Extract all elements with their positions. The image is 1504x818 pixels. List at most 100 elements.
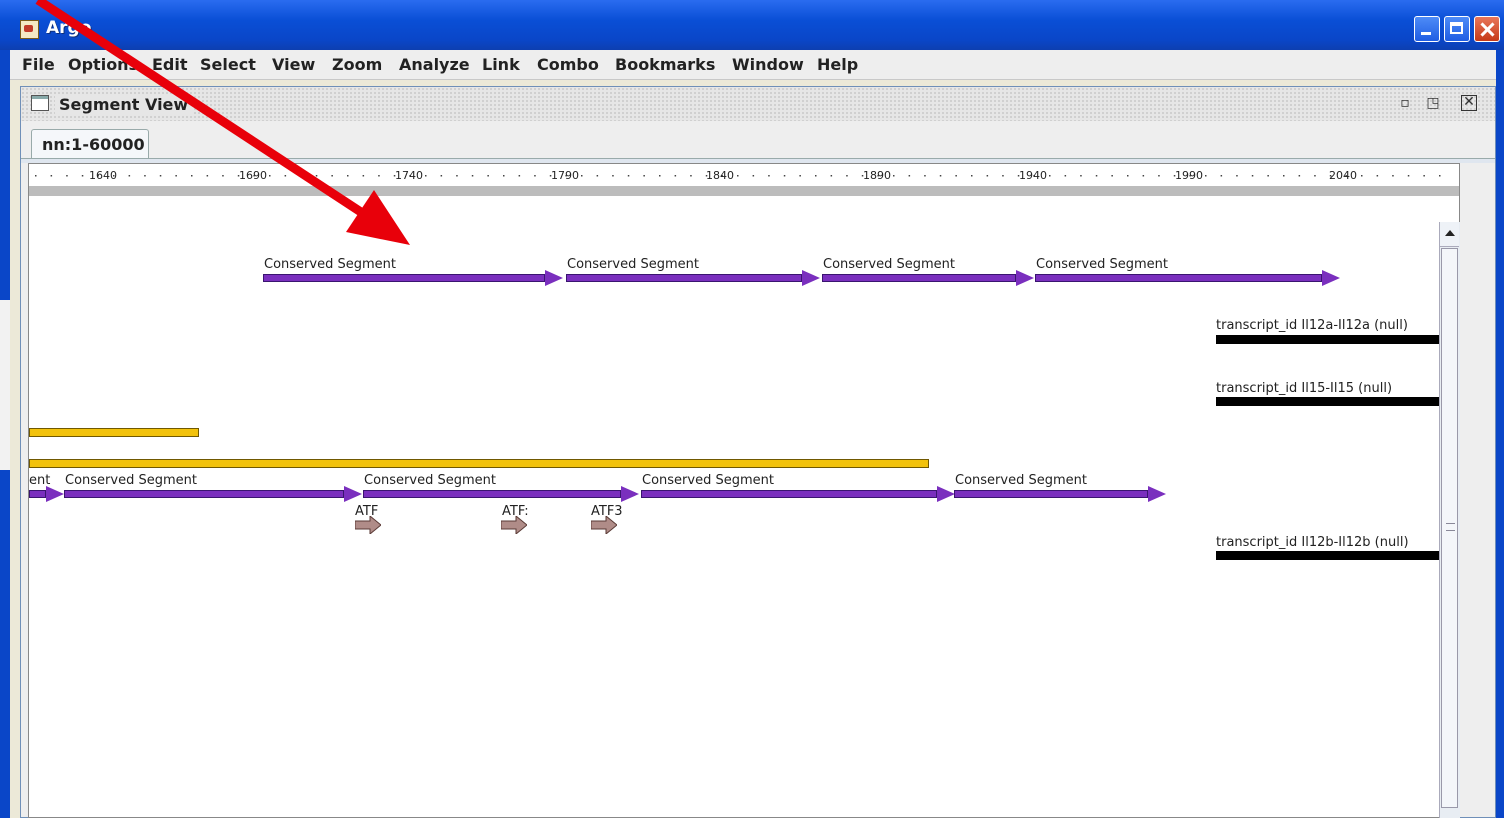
transcript-bar[interactable] <box>1216 335 1458 344</box>
vertical-scrollbar[interactable] <box>1439 222 1460 818</box>
ruler-dot <box>300 175 302 177</box>
segment-arrowhead <box>1016 270 1034 286</box>
ruler-dot <box>378 175 380 177</box>
menu-combo[interactable]: Combo <box>537 55 599 74</box>
ruler-dot <box>1064 175 1067 177</box>
tab-range[interactable]: nn:1-60000 <box>31 129 149 159</box>
ruler-dot <box>471 175 474 177</box>
conserved-segment-bar[interactable] <box>641 490 937 498</box>
conserved-segment-bar[interactable] <box>1035 274 1322 282</box>
menu-select[interactable]: Select <box>200 55 256 74</box>
ruler-dot <box>846 175 848 177</box>
ruler-dot <box>35 175 37 177</box>
ruler-dot <box>1127 175 1129 177</box>
iconify-icon[interactable]: ▫ <box>1397 95 1413 111</box>
segment-arrowhead <box>344 486 362 502</box>
menu-zoom[interactable]: Zoom <box>332 55 382 74</box>
transcript-label: transcript_id Il12a-Il12a (null) <box>1216 318 1408 333</box>
ruler-dot <box>986 175 989 177</box>
ruler-dot <box>269 175 271 177</box>
close-icon[interactable]: ✕ <box>1461 95 1477 111</box>
ruler-dot <box>175 175 177 177</box>
segment-label: Conserved Segment <box>823 257 955 272</box>
conserved-segment-bar[interactable] <box>954 490 1148 498</box>
ruler-dot <box>1267 175 1269 177</box>
ruler-dot <box>1236 175 1238 177</box>
ruler-dot <box>1392 175 1394 177</box>
ruler-dot <box>581 175 583 177</box>
ruler-dot <box>830 175 833 177</box>
window-title-bar[interactable]: Argo <box>0 0 1504 50</box>
ruler-dot <box>1142 175 1145 177</box>
ruler-dot <box>643 175 645 177</box>
scroll-thumb[interactable] <box>1441 248 1458 808</box>
menu-window[interactable]: Window <box>732 55 804 74</box>
window-border-right <box>1496 50 1504 818</box>
ruler-dot <box>315 175 318 177</box>
ruler-dot <box>1080 175 1082 177</box>
ruler-dot <box>1158 175 1160 177</box>
yellow-feature-bar[interactable] <box>29 428 199 437</box>
ruler-tick-label: 1990 <box>1175 169 1203 182</box>
maximize-button[interactable] <box>1444 16 1470 42</box>
ruler-dot <box>674 175 677 177</box>
ruler-dot <box>128 175 131 177</box>
segment-arrowhead <box>937 486 955 502</box>
ruler-dot <box>627 175 630 177</box>
segment-label: Conserved Segment <box>955 473 1087 488</box>
ruler-track <box>29 186 1459 196</box>
atf-feature-arrow[interactable] <box>501 516 527 534</box>
ruler-dot <box>50 175 53 177</box>
atf-feature-arrow[interactable] <box>591 516 617 534</box>
ruler-tick-label: 1890 <box>863 169 891 182</box>
conserved-segment-bar[interactable] <box>822 274 1016 282</box>
ruler-dot <box>1251 175 1254 177</box>
menu-analyze[interactable]: Analyze <box>399 55 470 74</box>
segment-label: Conserved Segment <box>65 473 197 488</box>
ruler-dot <box>1002 175 1004 177</box>
scroll-up-button[interactable] <box>1440 222 1459 247</box>
conserved-segment-bar[interactable] <box>64 490 344 498</box>
ruler-dot <box>456 175 458 177</box>
menu-bookmarks[interactable]: Bookmarks <box>615 55 715 74</box>
minimize-button[interactable] <box>1414 16 1440 42</box>
menu-view[interactable]: View <box>272 55 315 74</box>
menu-link[interactable]: Link <box>482 55 520 74</box>
menu-bar: File Options Edit Select View Zoom Analy… <box>10 50 1496 80</box>
ruler-dot <box>799 175 801 177</box>
ruler-dot <box>908 175 911 177</box>
ruler-dot <box>159 175 162 177</box>
transcript-label: transcript_id Il15-Il15 (null) <box>1216 381 1393 396</box>
conserved-segment-bar[interactable] <box>566 274 802 282</box>
ruler-dot <box>1361 175 1363 177</box>
menu-file[interactable]: File <box>22 55 55 74</box>
background-window-edge <box>0 300 10 470</box>
menu-edit[interactable]: Edit <box>152 55 188 74</box>
menu-help[interactable]: Help <box>817 55 858 74</box>
conserved-segment-bar[interactable] <box>363 490 621 498</box>
transcript-bar[interactable] <box>1216 551 1458 560</box>
ruler-dot <box>284 175 287 177</box>
ruler-dot <box>206 175 209 177</box>
yellow-feature-bar[interactable] <box>29 459 929 468</box>
transcript-bar[interactable] <box>1216 397 1458 406</box>
ruler-tick-label: 1740 <box>395 169 423 182</box>
ruler-dot <box>1283 175 1285 177</box>
frame-icon <box>31 95 49 111</box>
atf-feature-arrow[interactable] <box>355 516 381 534</box>
segment-arrowhead <box>46 486 64 502</box>
maximize-icon[interactable]: ◳ <box>1425 95 1441 111</box>
menu-options[interactable]: Options <box>68 55 138 74</box>
ruler-dot <box>503 175 505 177</box>
ruler-dot <box>955 175 957 177</box>
conserved-segment-bar[interactable] <box>29 490 46 498</box>
conserved-segment-bar[interactable] <box>263 274 545 282</box>
segment-arrowhead <box>545 270 563 286</box>
close-button[interactable] <box>1474 16 1500 42</box>
ruler-dot <box>66 175 68 177</box>
sequence-ruler[interactable]: 1640 1690 1740 1790 1840 1890 1940 1990 … <box>29 164 1459 187</box>
internal-frame-title-bar[interactable]: Segment View ▫ ◳ ✕ <box>21 87 1495 121</box>
ruler-dot <box>487 175 489 177</box>
scroll-grip-icon <box>1446 523 1455 531</box>
ruler-dot <box>924 175 926 177</box>
